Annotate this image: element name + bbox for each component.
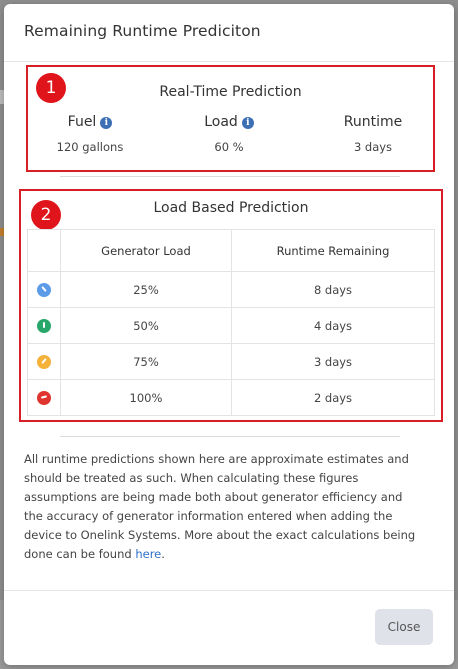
modal-header: Remaining Runtime Prediciton	[4, 4, 454, 62]
modal-title: Remaining Runtime Prediciton	[24, 22, 261, 40]
fuel-stat: Fuel i 120 gallons	[42, 114, 138, 154]
table-header-row: Generator Load Runtime Remaining	[27, 229, 435, 272]
runtime-label: Runtime	[343, 114, 403, 130]
runtime-remaining-header: Runtime Remaining	[231, 229, 435, 272]
table-row: 50% 4 days	[27, 307, 435, 344]
section-divider	[60, 176, 400, 177]
disclaimer-body: All runtime predictions shown here are a…	[24, 452, 416, 561]
fuel-label: Fuel	[67, 114, 97, 130]
fuel-info-icon[interactable]: i	[100, 117, 113, 129]
runtime-prediction-modal: Remaining Runtime Prediciton 1 Real-Time…	[4, 4, 454, 665]
runtime-value: 3 days	[353, 140, 393, 154]
load-based-prediction-section: 2 Load Based Prediction Generator Load R…	[19, 189, 443, 422]
section-divider	[60, 436, 400, 437]
runtime-stat: Runtime 3 days	[333, 114, 413, 154]
disclaimer-text: All runtime predictions shown here are a…	[24, 450, 424, 564]
load-label: Load	[204, 114, 238, 130]
load-info-icon[interactable]: i	[241, 117, 254, 129]
load-prediction-table: Generator Load Runtime Remaining 25% 8 d…	[27, 229, 435, 416]
fuel-value: 120 gallons	[56, 140, 124, 154]
icon-column-header	[27, 229, 61, 272]
gauge-low-icon	[37, 282, 51, 297]
table-row: 25% 8 days	[27, 271, 435, 308]
runtime-cell: 4 days	[231, 307, 435, 344]
runtime-cell: 3 days	[231, 343, 435, 380]
runtime-cell: 2 days	[231, 379, 435, 416]
gauge-max-icon	[37, 390, 51, 405]
load-cell: 75%	[60, 343, 232, 380]
table-row: 100% 2 days	[27, 379, 435, 416]
load-stat: Load i 60 %	[188, 114, 270, 154]
disclaimer-suffix: .	[161, 547, 165, 561]
close-button[interactable]: Close	[375, 609, 433, 645]
calculations-link[interactable]: here	[135, 547, 161, 561]
footer-divider	[4, 590, 454, 591]
gauge-high-icon	[37, 354, 51, 369]
realtime-prediction-section: 1 Real-Time Prediction Fuel i 120 gallons…	[26, 65, 435, 172]
table-row: 75% 3 days	[27, 343, 435, 380]
load-cell: 100%	[60, 379, 232, 416]
generator-load-header: Generator Load	[60, 229, 232, 272]
gauge-medium-icon	[37, 318, 51, 333]
load-cell: 25%	[60, 271, 232, 308]
runtime-cell: 8 days	[231, 271, 435, 308]
realtime-prediction-title: Real-Time Prediction	[159, 84, 302, 100]
load-based-prediction-title: Load Based Prediction	[153, 200, 309, 216]
load-cell: 50%	[60, 307, 232, 344]
load-value: 60 %	[214, 140, 244, 154]
